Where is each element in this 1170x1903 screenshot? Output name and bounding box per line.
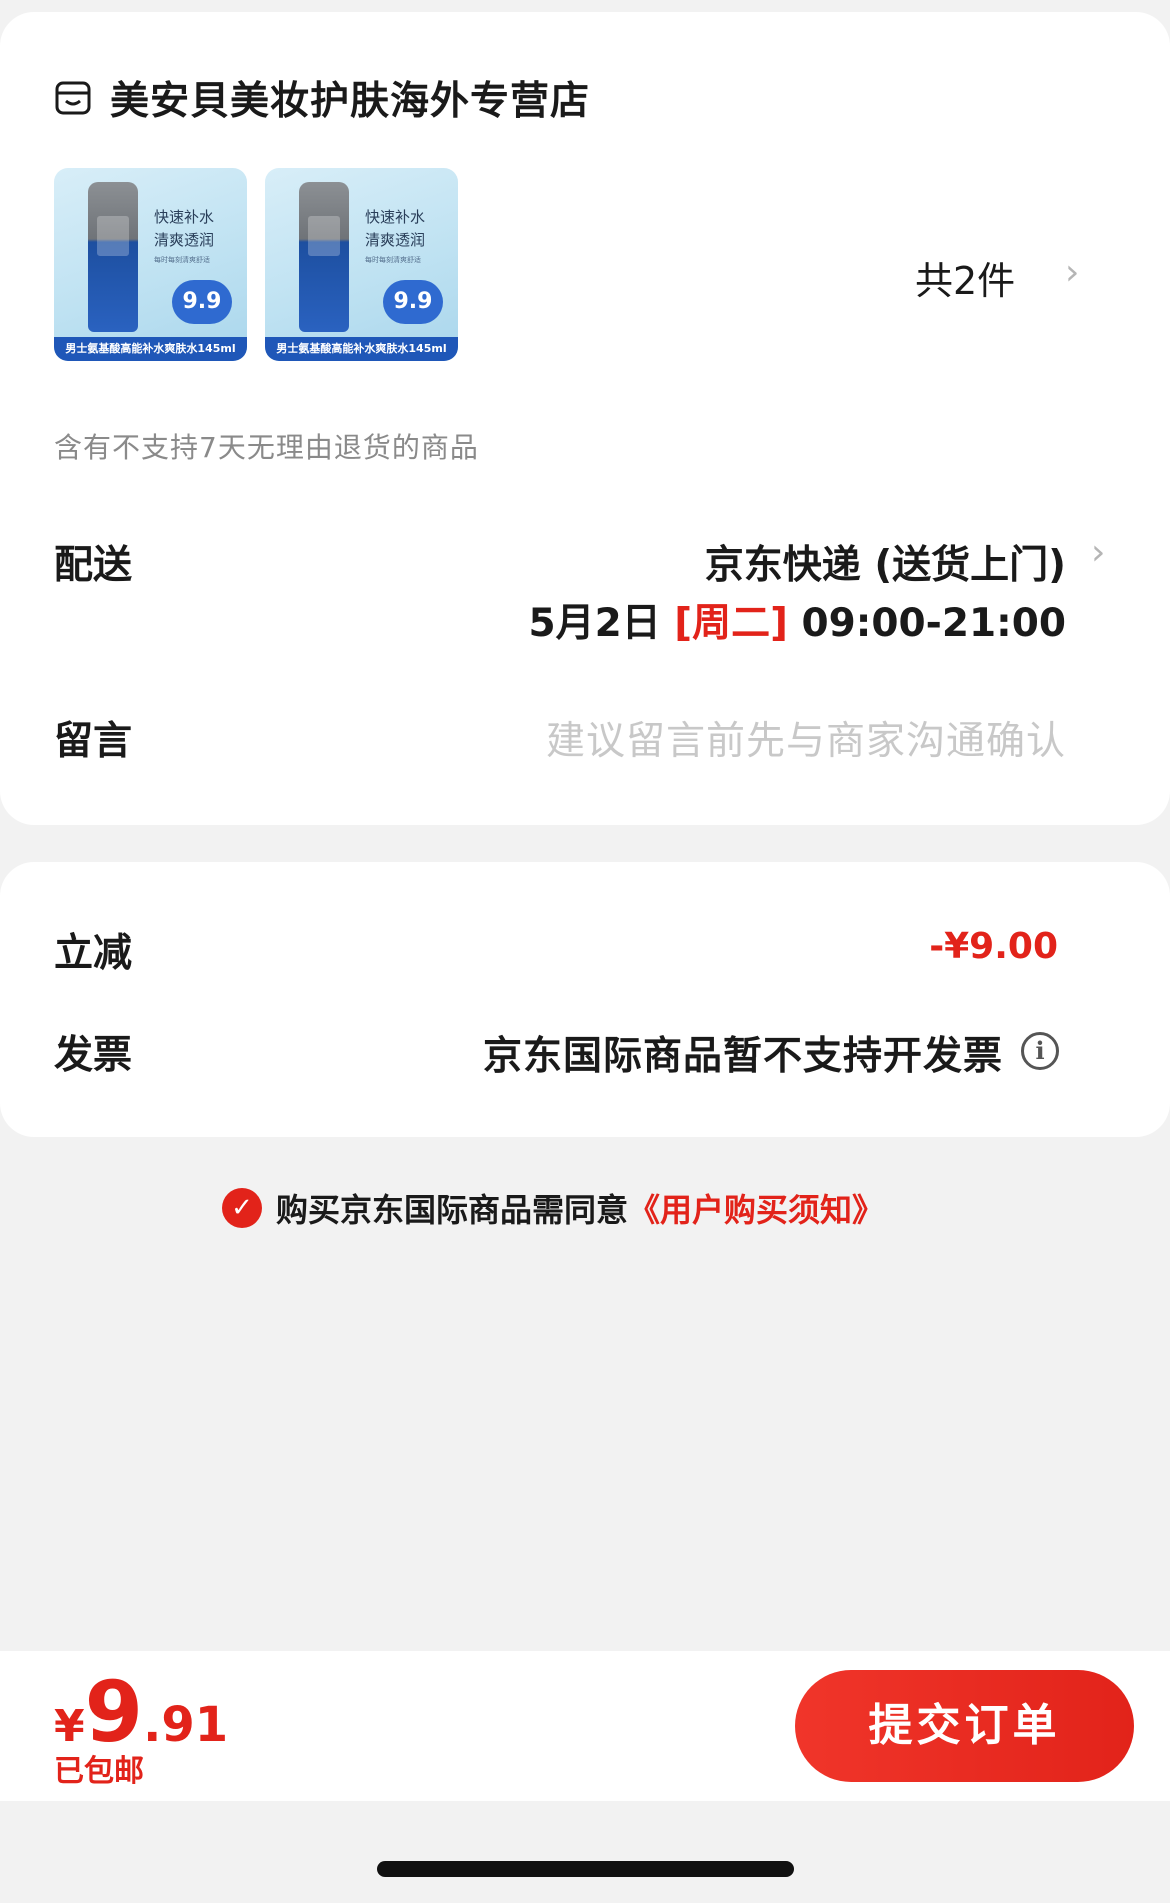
invoice-value: 京东国际商品暂不支持开发票 — [482, 1034, 1003, 1079]
info-icon[interactable]: i — [1021, 1032, 1059, 1070]
shop-name: 美安貝美妆护肤海外专营店 — [110, 79, 591, 124]
discount-label: 立减 — [54, 931, 133, 976]
agreement-row: ✓ 购买京东国际商品需同意 《用户购买须知》 — [222, 1186, 884, 1230]
product-promo-text: 快速补水 清爽透润 每时每刻清爽舒适 — [154, 208, 215, 264]
shop-header[interactable]: 美安貝美妆护肤海外专营店 — [54, 58, 590, 138]
product-promo-text: 快速补水 清爽透润 每时每刻清爽舒适 — [365, 208, 426, 264]
product-thumbnails[interactable]: 快速补水 清爽透润 每时每刻清爽舒适 9.9 男士氨基酸高能补水爽肤水145ml… — [54, 168, 458, 361]
delivery-weekday: [周二] — [674, 601, 788, 646]
product-bottle-image — [299, 182, 349, 332]
discount-value: -¥9.00 — [929, 926, 1058, 967]
return-policy-notice: 含有不支持7天无理由退货的商品 — [54, 431, 479, 464]
price-badge: 9.9 — [383, 280, 443, 324]
checkmark-icon[interactable]: ✓ — [222, 1188, 262, 1228]
product-caption: 男士氨基酸高能补水爽肤水145ml — [54, 337, 247, 361]
currency-symbol: ¥ — [54, 1701, 85, 1752]
delivery-time[interactable]: 5月2日 [周二] 09:00-21:00 — [528, 592, 1066, 648]
delivery-window: 09:00-21:00 — [801, 601, 1066, 646]
agreement-text: 购买京东国际商品需同意 — [276, 1191, 629, 1229]
product-bottle-image — [88, 182, 138, 332]
product-thumbnail[interactable]: 快速补水 清爽透润 每时每刻清爽舒适 9.9 男士氨基酸高能补水爽肤水145ml — [54, 168, 247, 361]
delivery-label: 配送 — [54, 543, 133, 588]
shop-icon — [55, 81, 91, 115]
delivery-method[interactable]: 京东快递 (送货上门) — [705, 534, 1066, 590]
invoice-label: 发票 — [54, 1033, 133, 1078]
product-thumbnail[interactable]: 快速补水 清爽透润 每时每刻清爽舒适 9.9 男士氨基酸高能补水爽肤水145ml — [265, 168, 458, 361]
summary-card — [0, 862, 1170, 1137]
free-shipping-label: 已包邮 — [54, 1754, 144, 1789]
chevron-right-icon[interactable]: › — [1091, 532, 1105, 573]
chevron-right-icon[interactable]: › — [1065, 252, 1079, 293]
product-caption: 男士氨基酸高能补水爽肤水145ml — [265, 337, 458, 361]
delivery-date: 5月2日 — [528, 601, 661, 646]
message-label: 留言 — [54, 719, 133, 764]
item-count[interactable]: 共2件 — [915, 250, 1015, 305]
home-indicator[interactable] — [377, 1861, 794, 1877]
price-badge: 9.9 — [172, 280, 232, 324]
price-decimal: .91 — [143, 1697, 229, 1753]
submit-order-button[interactable]: 提交订单 — [795, 1670, 1134, 1782]
agreement-link[interactable]: 《用户购买须知》 — [628, 1185, 884, 1231]
message-input[interactable]: 建议留言前先与商家沟通确认 — [546, 710, 1066, 766]
